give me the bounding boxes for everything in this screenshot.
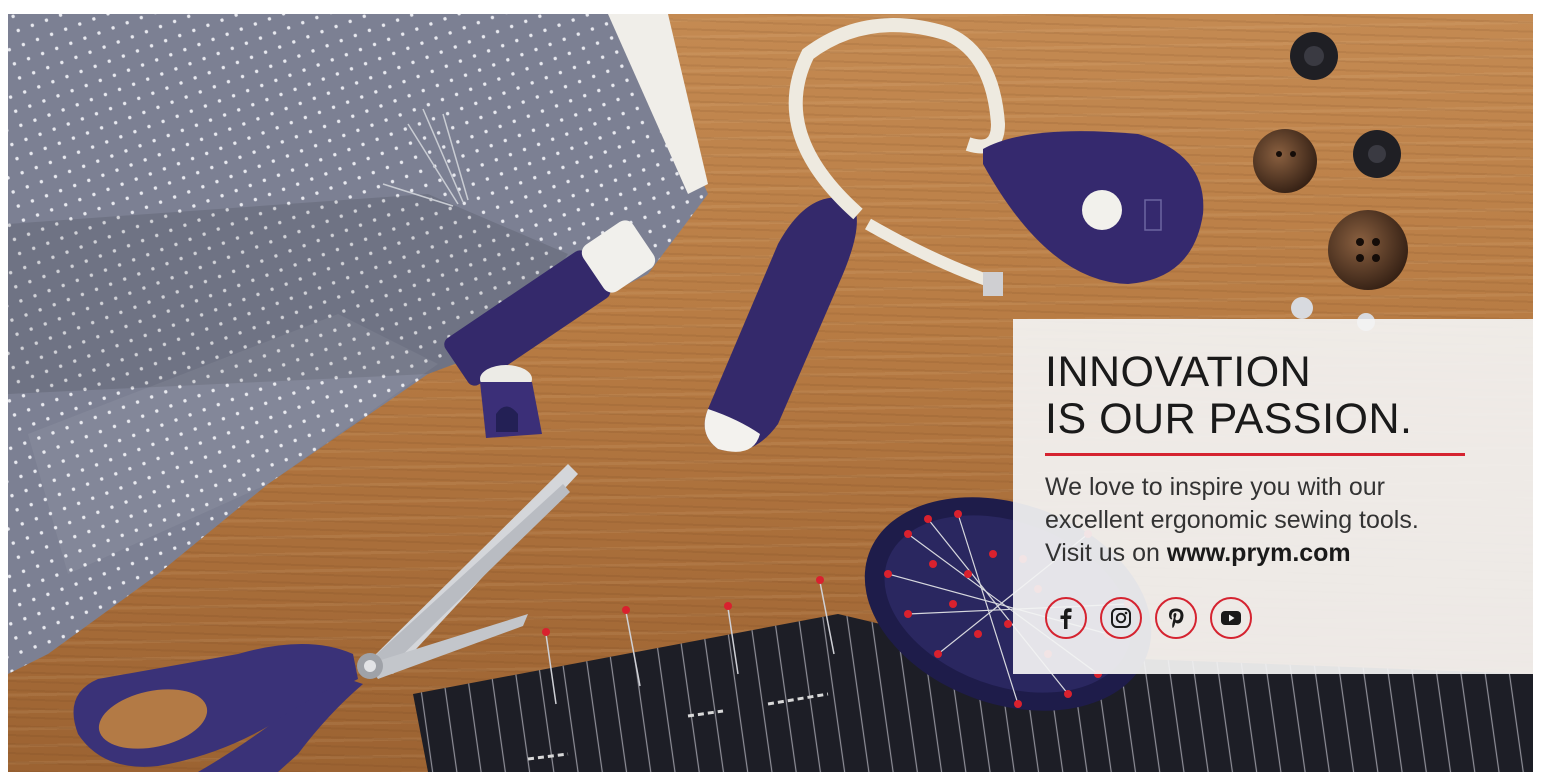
- body-text: We love to inspire you with our excellen…: [1045, 471, 1515, 570]
- measuring-tape: [788, 18, 1204, 296]
- social-links: [1045, 597, 1252, 639]
- pinterest-button[interactable]: [1155, 597, 1197, 639]
- headline-line-1: INNOVATION: [1045, 348, 1312, 396]
- instagram-icon: [1111, 608, 1131, 628]
- body-line-1: We love to inspire you with our: [1045, 473, 1385, 501]
- body-line-2: excellent ergonomic sewing tools.: [1045, 506, 1419, 534]
- headline-line-2: IS OUR PASSION.: [1045, 395, 1413, 443]
- headline: INNOVATION IS OUR PASSION.: [1045, 349, 1413, 443]
- youtube-button[interactable]: [1210, 597, 1252, 639]
- divider: [1045, 453, 1465, 456]
- sewing-tool-handle: [704, 197, 857, 452]
- website-link[interactable]: www.prym.com: [1167, 539, 1351, 567]
- info-panel: INNOVATION IS OUR PASSION. We love to in…: [1013, 319, 1533, 674]
- polka-dot-fabric: [8, 14, 708, 674]
- facebook-button[interactable]: [1045, 597, 1087, 639]
- youtube-icon: [1221, 611, 1241, 625]
- pinterest-icon: [1169, 608, 1184, 628]
- buttons-and-snaps: [1253, 32, 1408, 331]
- thimble: [480, 365, 542, 438]
- instagram-button[interactable]: [1100, 597, 1142, 639]
- body-line-3: Visit us on www.prym.com: [1045, 537, 1515, 570]
- facebook-icon: [1060, 608, 1072, 629]
- visit-prefix: Visit us on: [1045, 539, 1167, 567]
- ad-banner: INNOVATION IS OUR PASSION. We love to in…: [8, 14, 1533, 772]
